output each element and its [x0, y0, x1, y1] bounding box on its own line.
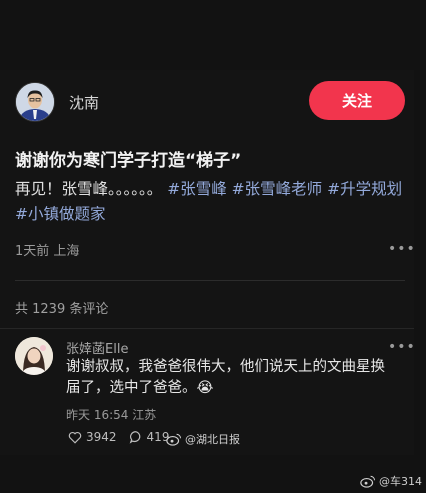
author-avatar[interactable]	[15, 82, 55, 122]
watermark-secondary: @车314	[360, 473, 422, 489]
divider	[0, 328, 414, 329]
reply-button[interactable]: 419	[129, 430, 169, 444]
more-dots-icon[interactable]: •••	[388, 340, 416, 354]
post-text: 再见！张雪峰。。。。。。	[15, 180, 163, 198]
follow-button[interactable]: 关注	[309, 81, 405, 120]
like-count: 3942	[86, 430, 117, 444]
comment-actions: 3942 419	[68, 430, 181, 444]
like-button[interactable]: 3942	[68, 430, 117, 444]
hashtag[interactable]: #张雪峰老师	[232, 180, 323, 198]
author-name[interactable]: 沈南	[69, 92, 99, 113]
hashtag[interactable]: #升学规划	[327, 180, 402, 198]
weibo-icon	[166, 433, 182, 446]
post-title: 谢谢你为寒门学子打造“梯子”	[15, 151, 242, 171]
hashtag[interactable]: #张雪峰	[167, 180, 227, 198]
commenter-avatar[interactable]	[15, 337, 53, 375]
post-body: 再见！张雪峰。。。。。。 #张雪峰 #张雪峰老师 #升学规划 #小镇做题家	[15, 177, 407, 227]
post-author[interactable]: 沈南	[15, 82, 99, 122]
heart-icon	[68, 431, 82, 444]
commenter-name[interactable]: 张婞菡Elle	[66, 338, 128, 357]
hashtag[interactable]: #小镇做题家	[15, 205, 106, 223]
weibo-icon	[360, 475, 376, 488]
divider	[15, 280, 405, 281]
post-meta: 1天前 上海	[15, 244, 80, 259]
more-dots-icon[interactable]: •••	[388, 242, 416, 256]
watermark-primary: @湖北日报	[166, 431, 240, 447]
post-card: 沈南 关注 谢谢你为寒门学子打造“梯子” 再见！张雪峰。。。。。。 #张雪峰 #…	[0, 70, 416, 455]
comment-bubble-icon	[129, 431, 140, 444]
watermark-text: @车314	[379, 475, 422, 488]
comment-time: 昨天 16:54 江苏	[66, 408, 157, 422]
comment-count: 共 1239 条评论	[15, 302, 109, 317]
watermark-text: @湖北日报	[185, 433, 240, 446]
comment-text: 谢谢叔叔，我爸爸很伟大，他们说天上的文曲星换届了，选中了爸爸。😭	[66, 359, 385, 396]
